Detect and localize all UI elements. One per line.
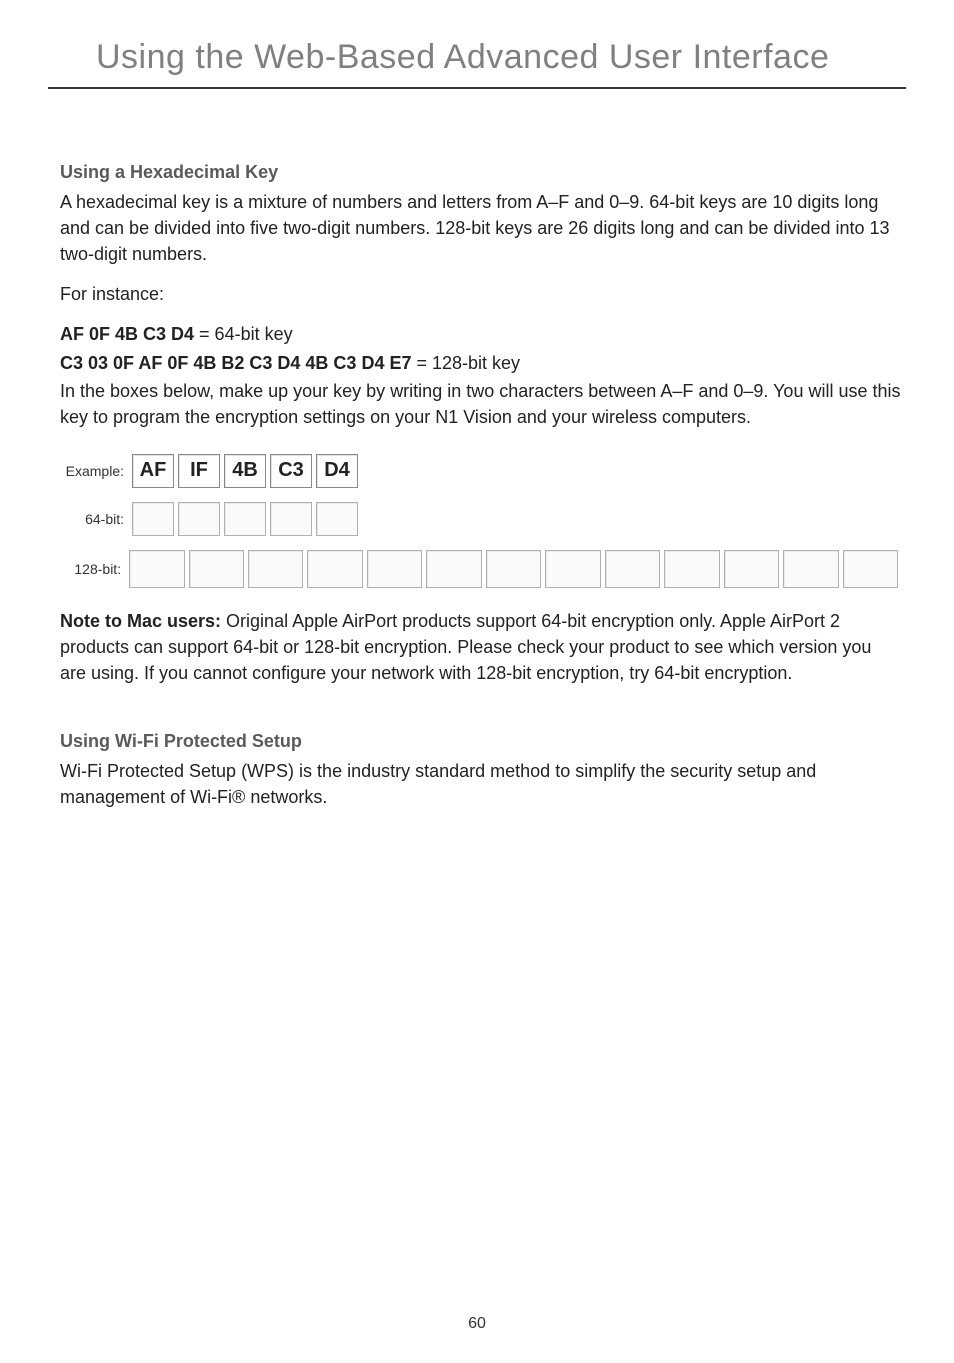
example-box-0: AF <box>132 454 174 488</box>
box-64-2[interactable] <box>224 502 266 536</box>
mac-note-prefix: Note to Mac users: <box>60 611 221 631</box>
box-128-10[interactable] <box>724 550 779 588</box>
box-64-4[interactable] <box>316 502 358 536</box>
mac-note: Note to Mac users: Original Apple AirPor… <box>60 608 902 686</box>
box-128-9[interactable] <box>664 550 719 588</box>
key-64-rest: = 64-bit key <box>194 324 293 344</box>
example-box-1: IF <box>178 454 220 488</box>
example-box-4: D4 <box>316 454 358 488</box>
page-number: 60 <box>0 1315 954 1333</box>
page-title: Using the Web-Based Advanced User Interf… <box>96 38 858 77</box>
spacer <box>60 700 902 728</box>
example-box-3: C3 <box>270 454 312 488</box>
label-64bit: 64-bit: <box>60 509 132 529</box>
page-title-bar: Using the Web-Based Advanced User Interf… <box>48 0 906 89</box>
box-128-11[interactable] <box>783 550 838 588</box>
box-64-3[interactable] <box>270 502 312 536</box>
key-128-bold: C3 03 0F AF 0F 4B B2 C3 D4 4B C3 D4 E7 <box>60 353 411 373</box>
key-line-64: AF 0F 4B C3 D4 = 64-bit key <box>60 321 902 347</box>
box-128-6[interactable] <box>486 550 541 588</box>
key-line-128: C3 03 0F AF 0F 4B B2 C3 D4 4B C3 D4 E7 =… <box>60 350 902 376</box>
example-box-2: 4B <box>224 454 266 488</box>
hex-heading: Using a Hexadecimal Key <box>60 159 902 185</box>
hex-para-1: A hexadecimal key is a mixture of number… <box>60 189 902 267</box>
box-64-1[interactable] <box>178 502 220 536</box>
box-64-0[interactable] <box>132 502 174 536</box>
example-label: Example: <box>60 461 132 481</box>
box-128-8[interactable] <box>605 550 660 588</box>
box-128-0[interactable] <box>129 550 184 588</box>
wps-heading: Using Wi-Fi Protected Setup <box>60 728 902 754</box>
key-128-rest: = 128-bit key <box>411 353 520 373</box>
label-128bit: 128-bit: <box>60 559 129 579</box>
row-128bit: 128-bit: <box>60 550 902 588</box>
wps-para: Wi-Fi Protected Setup (WPS) is the indus… <box>60 758 902 810</box>
box-128-2[interactable] <box>248 550 303 588</box>
hex-para-3: In the boxes below, make up your key by … <box>60 378 902 430</box>
hex-para-2: For instance: <box>60 281 902 307</box>
row-64bit: 64-bit: <box>60 502 902 536</box>
box-128-4[interactable] <box>367 550 422 588</box>
box-128-1[interactable] <box>189 550 244 588</box>
box-128-12[interactable] <box>843 550 898 588</box>
box-128-5[interactable] <box>426 550 481 588</box>
key-boxes-area: Example: AF IF 4B C3 D4 64-bit: 128-bit: <box>60 454 902 588</box>
body-content: Using a Hexadecimal Key A hexadecimal ke… <box>0 89 954 810</box>
box-128-7[interactable] <box>545 550 600 588</box>
key-64-bold: AF 0F 4B C3 D4 <box>60 324 194 344</box>
example-row: Example: AF IF 4B C3 D4 <box>60 454 902 488</box>
box-128-3[interactable] <box>307 550 362 588</box>
